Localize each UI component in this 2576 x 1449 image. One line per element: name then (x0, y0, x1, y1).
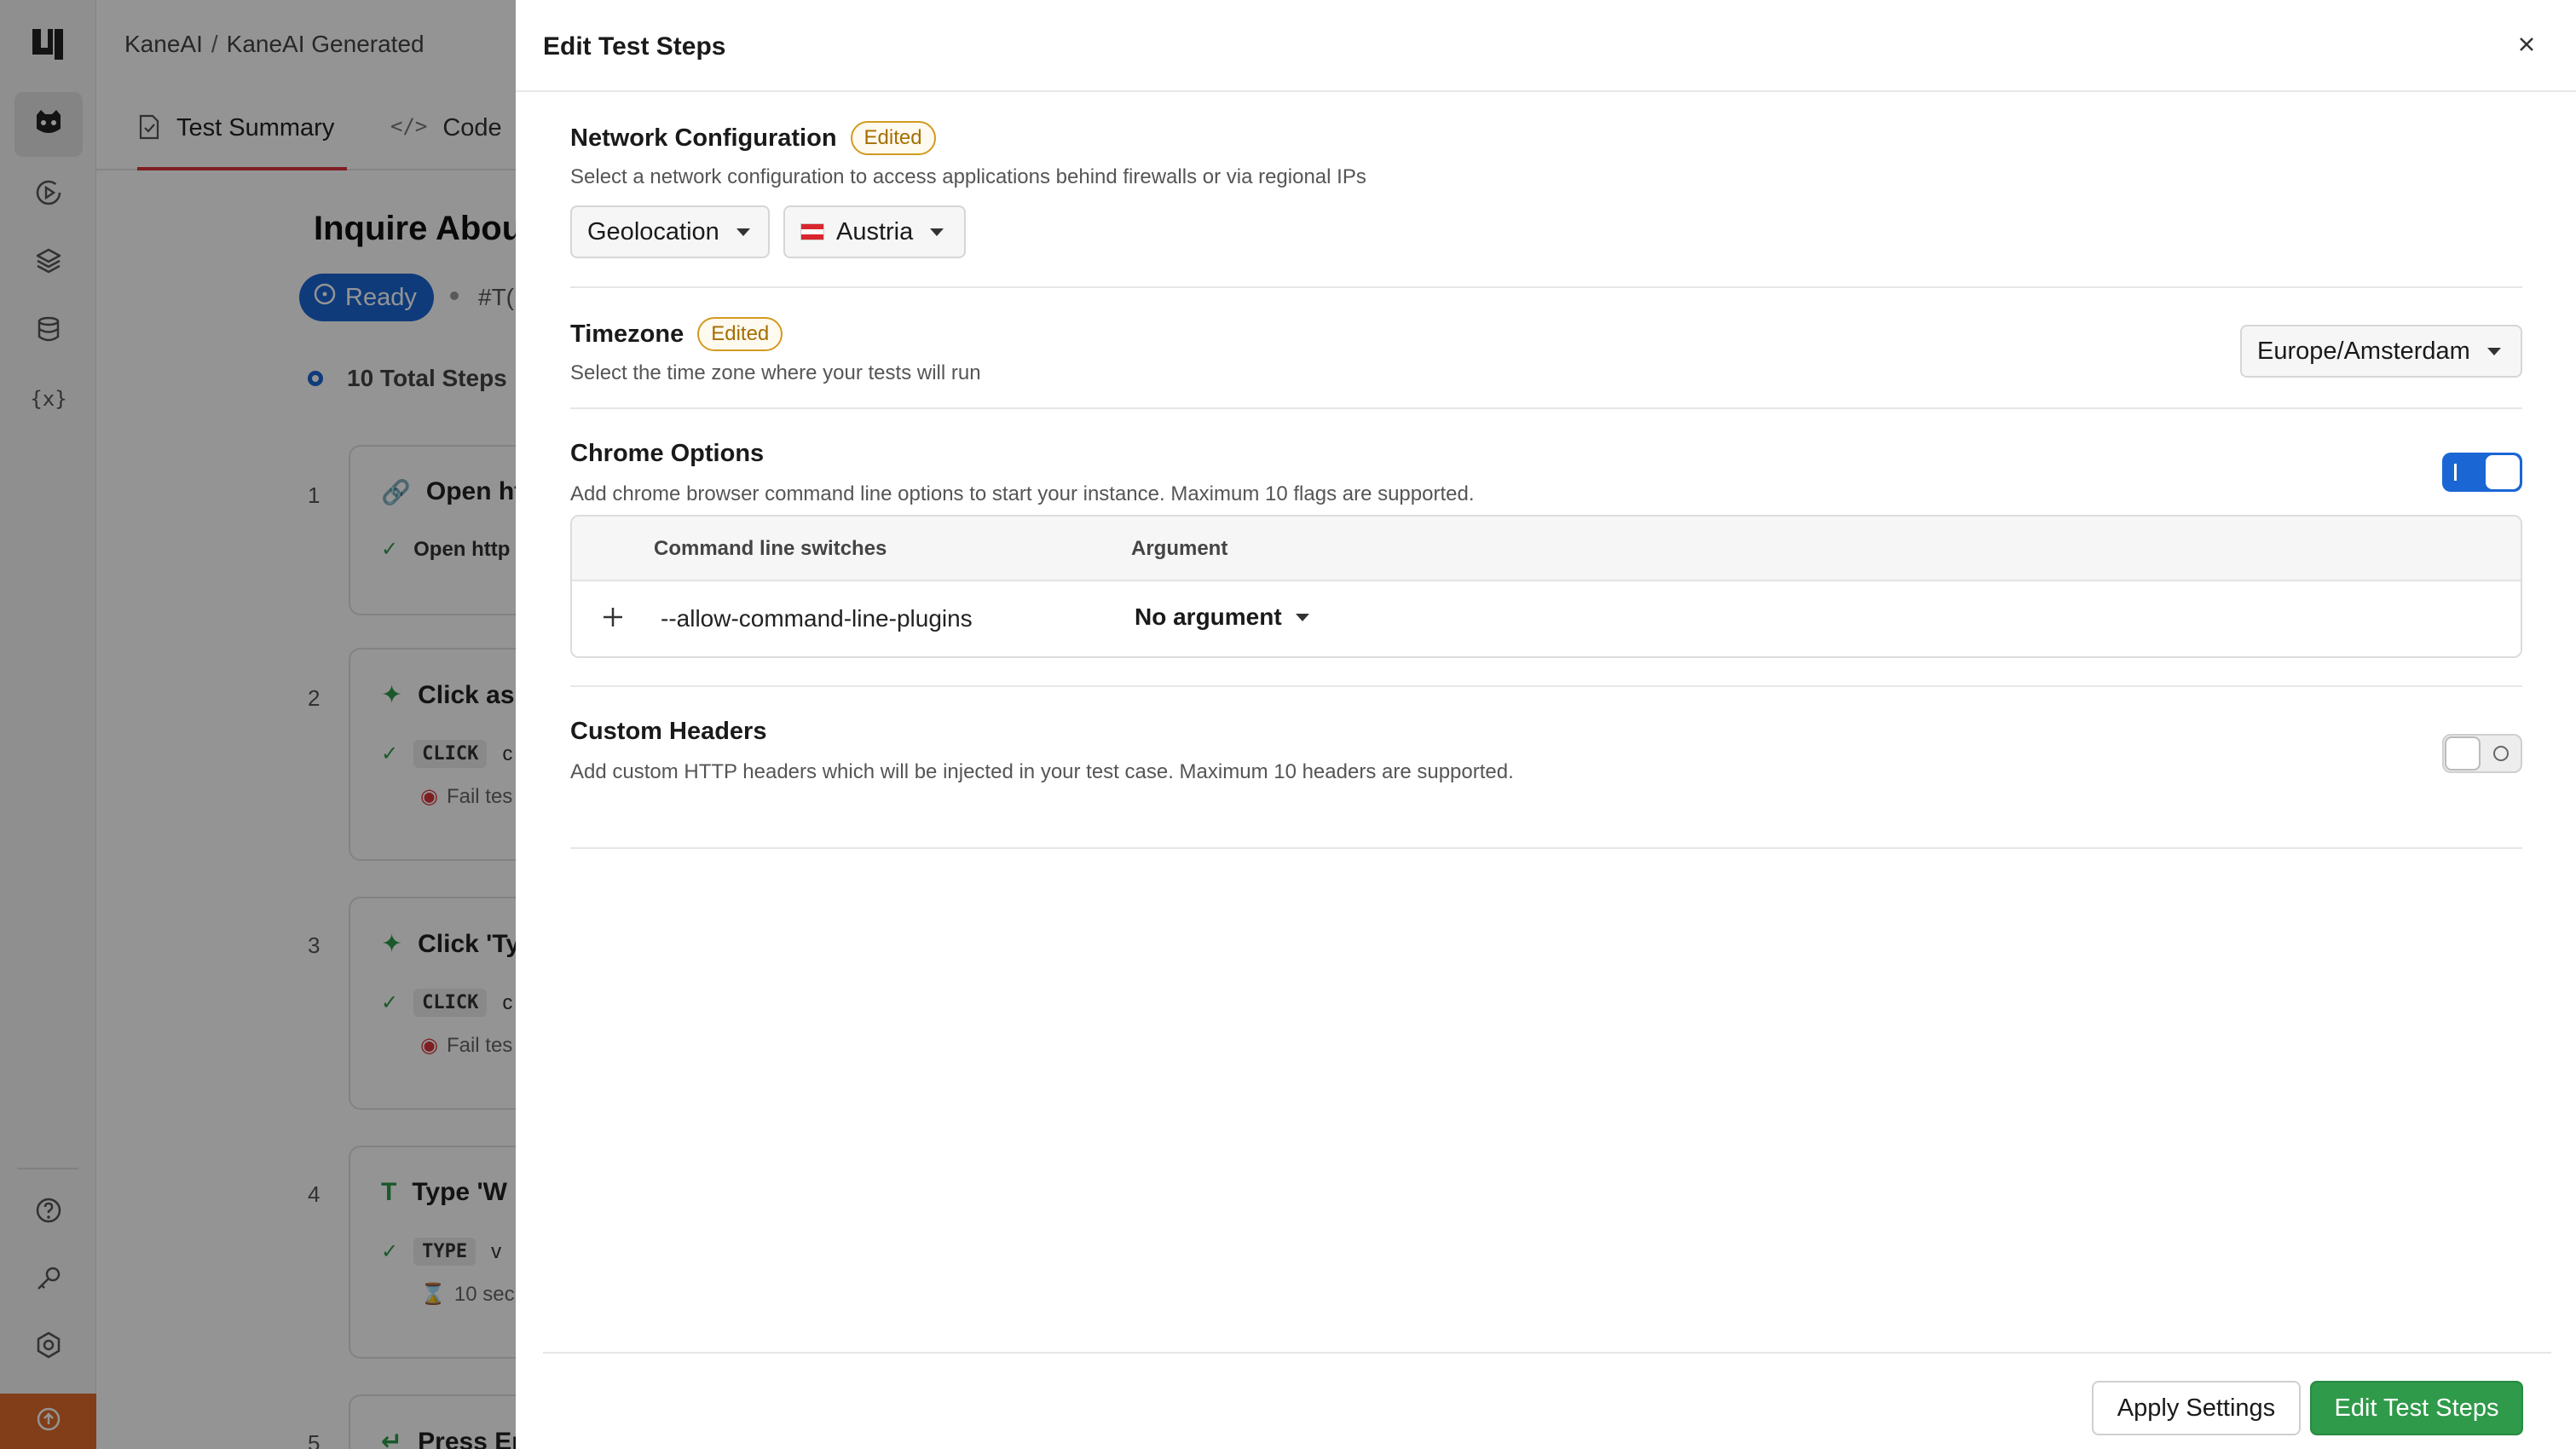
apply-settings-button[interactable]: Apply Settings (2092, 1381, 2301, 1435)
edited-badge: Edited (850, 121, 936, 155)
edited-badge: Edited (697, 317, 783, 351)
toggle-knob (2445, 736, 2481, 771)
chrome-options-toggle[interactable] (2442, 453, 2522, 492)
chevron-down-icon (2486, 347, 2501, 355)
drawer-header: Edit Test Steps (516, 0, 2576, 92)
switch-input[interactable]: --allow-command-line-plugins (661, 605, 973, 632)
drawer-footer-divider (543, 1352, 2551, 1354)
table-row: --allow-command-line-plugins No argument (572, 581, 2521, 656)
network-config-heading: Network Configuration Edited (570, 121, 936, 155)
section-description: Add custom HTTP headers which will be in… (570, 760, 1514, 783)
dropdown-value: Geolocation (587, 217, 719, 245)
divider (570, 685, 2522, 687)
chevron-down-icon (930, 228, 944, 236)
network-mode-dropdown[interactable]: Geolocation (570, 205, 770, 258)
dropdown-value: Europe/Amsterdam (2257, 337, 2470, 365)
divider (570, 847, 2522, 849)
dropdown-value: No argument (1135, 603, 1282, 630)
close-icon (2517, 35, 2536, 58)
section-description: Select a network configuration to access… (570, 165, 1366, 188)
table-header: Command line switches Argument (572, 517, 2521, 581)
toggle-off-icon (2493, 746, 2509, 761)
dropdown-value: Austria (836, 217, 914, 245)
timezone-dropdown[interactable]: Europe/Amsterdam (2240, 325, 2522, 378)
section-description: Select the time zone where your tests wi… (570, 361, 981, 384)
divider (570, 407, 2522, 409)
edit-test-steps-drawer: Edit Test Steps Network Configuration Ed… (516, 0, 2576, 1449)
drawer-title: Edit Test Steps (543, 32, 726, 61)
add-switch-button[interactable] (592, 598, 633, 639)
custom-headers-toggle[interactable] (2442, 734, 2522, 773)
section-title: Chrome Options (570, 440, 765, 467)
close-button[interactable] (2510, 29, 2544, 63)
austria-flag-icon (800, 223, 824, 240)
divider (570, 286, 2522, 288)
chrome-options-heading: Chrome Options (570, 440, 764, 468)
toggle-knob (2486, 455, 2520, 489)
section-title: Network Configuration (570, 124, 837, 152)
column-header-argument: Argument (1131, 537, 1228, 560)
section-title: Timezone (570, 320, 684, 348)
section-title: Custom Headers (570, 718, 767, 745)
chrome-switches-table: Command line switches Argument --allow-c… (570, 515, 2522, 658)
edit-test-steps-button[interactable]: Edit Test Steps (2310, 1381, 2523, 1435)
column-header-switch: Command line switches (654, 537, 887, 560)
toggle-on-icon (2454, 464, 2457, 481)
plus-icon (602, 606, 624, 632)
country-dropdown[interactable]: Austria (783, 205, 966, 258)
chevron-down-icon (736, 228, 750, 236)
custom-headers-heading: Custom Headers (570, 718, 766, 746)
argument-dropdown[interactable]: No argument (1135, 603, 1309, 631)
timezone-heading: Timezone Edited (570, 317, 783, 351)
section-description: Add chrome browser command line options … (570, 482, 1475, 505)
chevron-down-icon (1295, 613, 1309, 621)
